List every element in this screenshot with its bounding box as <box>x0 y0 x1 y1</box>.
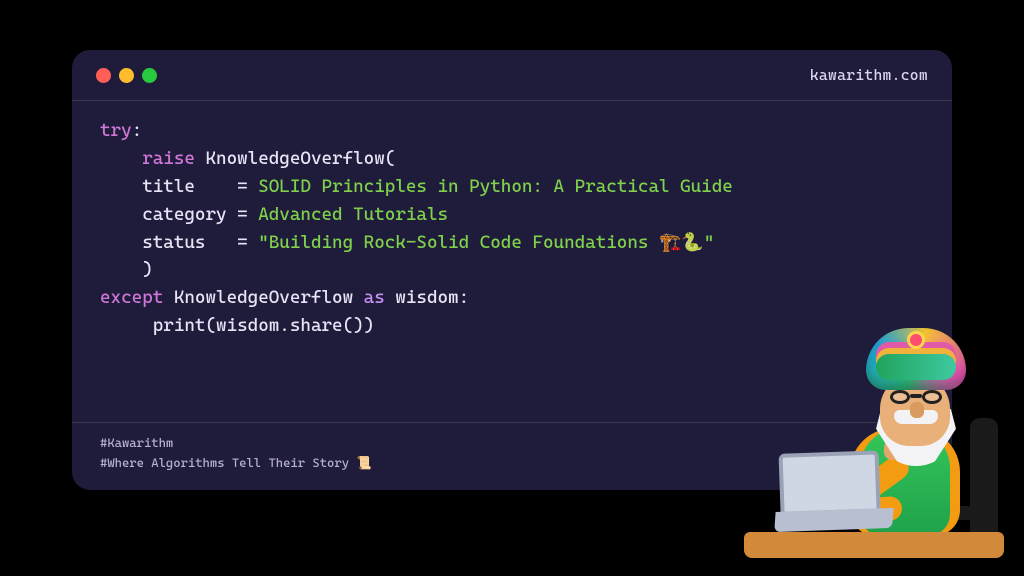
traffic-lights <box>96 68 157 83</box>
body-line: print(wisdom.share()) <box>153 315 374 336</box>
footer: #Kawarithm #Where Algorithms Tell Their … <box>72 422 952 490</box>
desk-icon <box>744 532 1004 558</box>
hashtag-tagline: #Where Algorithms Tell Their Story 📜 <box>100 453 924 472</box>
window-titlebar: kawarithm.com <box>72 50 952 101</box>
kw-raise: raise <box>142 148 195 169</box>
param-category: category <box>142 204 226 225</box>
exception-name: KnowledgeOverflow <box>205 148 384 169</box>
close-dot-icon[interactable] <box>96 68 111 83</box>
alias-name: wisdom <box>395 287 458 308</box>
minimize-dot-icon[interactable] <box>119 68 134 83</box>
title-value: SOLID Principles in Python: A Practical … <box>258 173 778 201</box>
status-value: "Building Rock-Solid Code Foundations 🏗️… <box>258 232 714 253</box>
kw-except: except <box>100 287 163 308</box>
code-window: kawarithm.com try: raise KnowledgeOverfl… <box>72 50 952 490</box>
kw-as: as <box>364 287 385 308</box>
category-value: Advanced Tutorials <box>258 204 448 225</box>
zoom-dot-icon[interactable] <box>142 68 157 83</box>
kw-try: try <box>100 120 132 141</box>
hashtag-brand: #Kawarithm <box>100 433 924 452</box>
domain-label: kawarithm.com <box>810 66 928 84</box>
code-block: try: raise KnowledgeOverflow( title = SO… <box>72 101 952 422</box>
param-title: title <box>142 176 195 197</box>
param-status: status <box>142 232 205 253</box>
